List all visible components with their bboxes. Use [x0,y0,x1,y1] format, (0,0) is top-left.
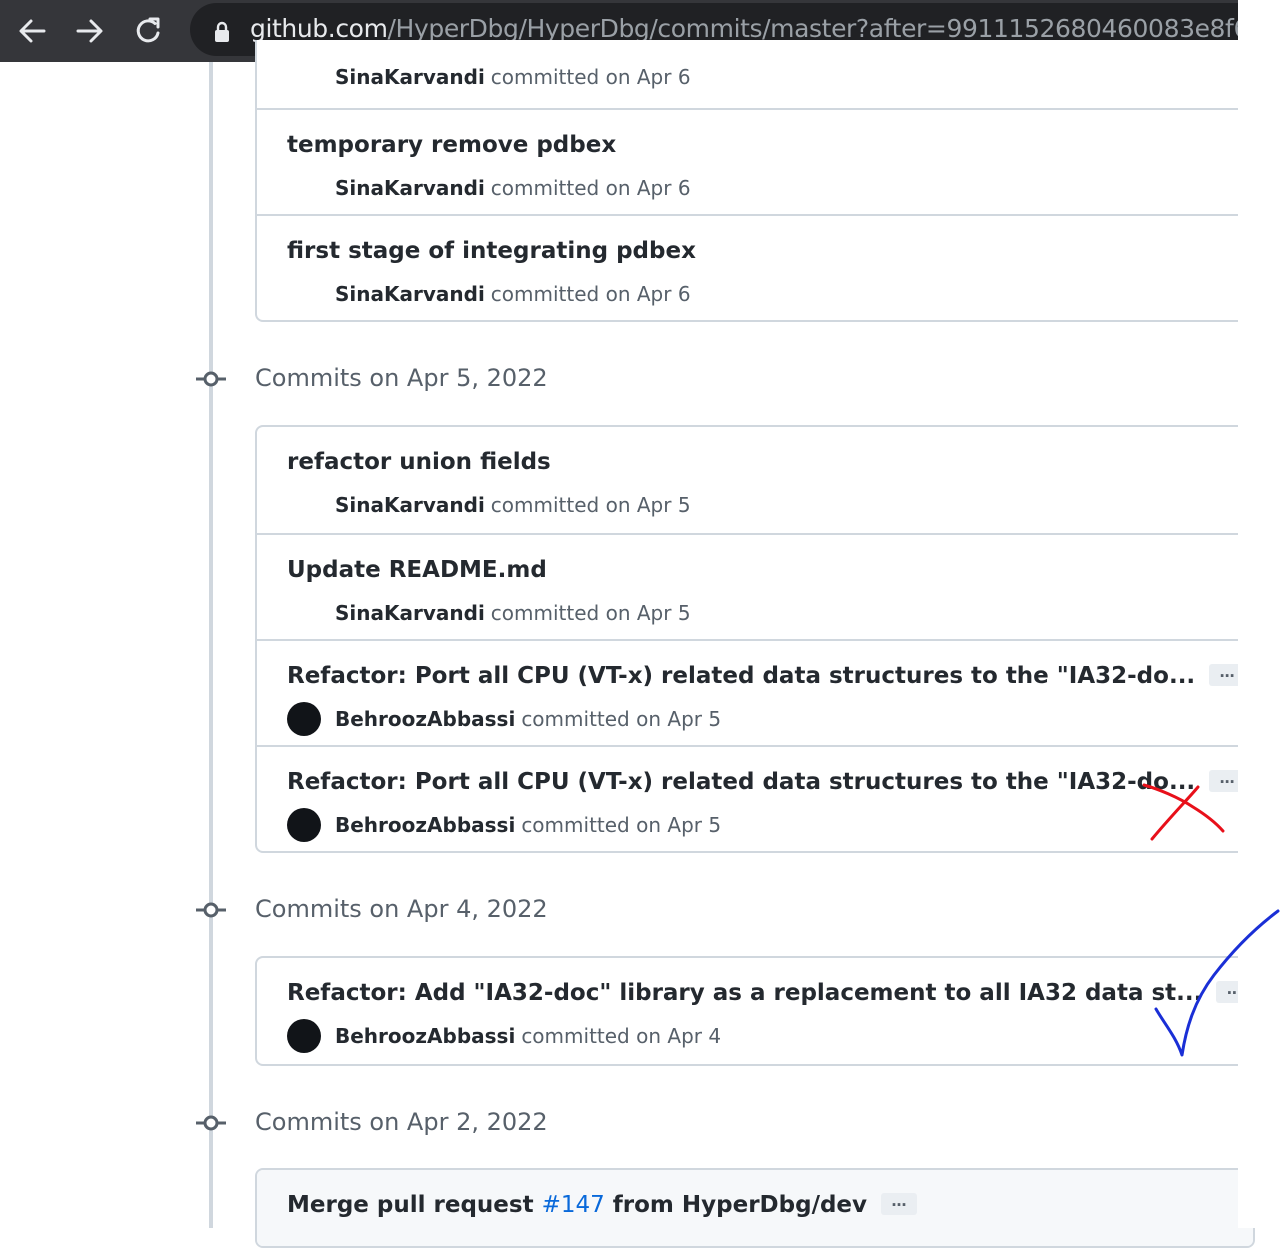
avatar[interactable] [287,807,321,842]
date-heading: Commits on Apr 5, 2022 [255,364,548,392]
arrow-left-icon [19,19,46,43]
commit-author[interactable]: BehroozAbbassi [335,813,515,837]
timeline-line [209,62,213,1228]
commit-row: Refactor: Port all CPU (VT-x) related da… [257,745,1253,851]
commit-title-wrap: Refactor: Port all CPU (VT-x) related da… [287,767,1246,797]
x-mark-icon [1142,783,1225,841]
back-button[interactable] [14,13,50,49]
date-heading: Commits on Apr 4, 2022 [255,895,548,923]
arrow-right-icon [76,19,103,43]
commit-row: refactor union fields SinaKarvandi commit… [257,427,1253,533]
commit-meta: BehroozAbbassi committed on Apr 4 [287,1018,721,1054]
date-heading: Commits on Apr 2, 2022 [255,1108,548,1136]
avatar[interactable] [287,170,321,205]
commit-date[interactable]: Apr 6 [637,282,691,306]
commit-verb: committed on [521,813,662,837]
commit-verb: committed on [490,282,631,306]
commit-title[interactable]: temporary remove pdbex [287,130,616,160]
commit-meta: SinaKarvandi committed on Apr 5 [287,487,691,523]
commit-row: SinaKarvandi committed on Apr 6 [257,40,1253,108]
commit-date[interactable]: Apr 5 [667,707,721,731]
commit-node-icon [196,902,226,918]
commit-author[interactable]: SinaKarvandi [335,493,485,517]
url-host: github.com [250,14,388,43]
commit-verb: committed on [521,1024,662,1048]
avatar[interactable] [287,487,321,522]
url-path: /HyperDbg/HyperDbg/commits/master?after=… [387,14,1238,43]
commit-meta: SinaKarvandi committed on Apr 6 [287,276,691,312]
commit-title[interactable]: Refactor: Port all CPU (VT-x) related da… [287,769,1195,795]
commit-verb: committed on [521,707,662,731]
avatar[interactable] [287,59,321,94]
commit-date[interactable]: Apr 5 [637,493,691,517]
commit-title[interactable]: Refactor: Add "IA32-doc" library as a re… [287,980,1202,1006]
commit-title-suffix[interactable]: from HyperDbg/dev [605,1192,867,1218]
avatar[interactable] [287,1018,321,1053]
commit-row: first stage of integrating pdbex SinaKar… [257,214,1253,320]
avatar[interactable] [287,595,321,630]
commit-date[interactable]: Apr 6 [637,176,691,200]
commit-title[interactable]: first stage of integrating pdbex [287,236,696,266]
commit-author[interactable]: SinaKarvandi [335,176,485,200]
commit-verb: committed on [490,493,631,517]
commit-row: Refactor: Port all CPU (VT-x) related da… [257,639,1253,745]
commit-meta: SinaKarvandi committed on Apr 6 [287,170,691,206]
commit-author[interactable]: SinaKarvandi [335,282,485,306]
commit-node-icon [196,1115,226,1131]
commit-row: Update README.md SinaKarvandi committed o… [257,533,1253,639]
commit-date[interactable]: Apr 5 [667,813,721,837]
commit-title[interactable]: Update README.md [287,555,547,585]
commit-meta: BehroozAbbassi committed on Apr 5 [287,701,721,737]
commit-group-box: SinaKarvandi committed on Apr 6 temporary… [255,40,1255,322]
commit-row: temporary remove pdbex SinaKarvandi commi… [257,108,1253,214]
commit-meta: BehroozAbbassi committed on Apr 5 [287,807,721,843]
avatar[interactable] [287,276,321,311]
commit-verb: committed on [490,601,631,625]
commit-title-wrap: Refactor: Add "IA32-doc" library as a re… [287,978,1253,1008]
avatar[interactable] [287,701,321,736]
commit-title-wrap: Refactor: Port all CPU (VT-x) related da… [287,661,1246,691]
commit-date[interactable]: Apr 4 [667,1024,721,1048]
commit-title[interactable]: Refactor: Port all CPU (VT-x) related da… [287,663,1195,689]
check-mark-icon [1154,909,1280,1057]
pull-request-link[interactable]: #147 [542,1192,605,1218]
lock-icon [215,21,229,42]
commit-title[interactable]: refactor union fields [287,447,551,477]
expand-message-button[interactable]: … [881,1192,918,1215]
reload-button[interactable] [131,13,167,49]
commit-meta: SinaKarvandi committed on Apr 6 [287,59,691,95]
commit-date[interactable]: Apr 6 [637,65,691,89]
reload-icon [136,17,160,43]
forward-button[interactable] [72,13,108,49]
commit-row: Refactor: Add "IA32-doc" library as a re… [257,958,1253,1064]
commit-author[interactable]: BehroozAbbassi [335,1024,515,1048]
commit-verb: committed on [490,65,631,89]
commit-meta: SinaKarvandi committed on Apr 5 [287,595,691,631]
commit-title-prefix[interactable]: Merge pull request [287,1192,542,1218]
commit-title-wrap: Merge pull request #147 from HyperDbg/de… [287,1190,918,1220]
commit-group-box: Refactor: Add "IA32-doc" library as a re… [255,956,1255,1066]
commit-group-box: refactor union fields SinaKarvandi commit… [255,425,1255,853]
commit-author[interactable]: SinaKarvandi [335,601,485,625]
commit-verb: committed on [490,176,631,200]
commit-node-icon [196,371,226,387]
commit-author[interactable]: SinaKarvandi [335,65,485,89]
commit-row: Merge pull request #147 from HyperDbg/de… [257,1170,1253,1246]
commit-author[interactable]: BehroozAbbassi [335,707,515,731]
commit-group-box: Merge pull request #147 from HyperDbg/de… [255,1168,1255,1248]
commit-date[interactable]: Apr 5 [637,601,691,625]
